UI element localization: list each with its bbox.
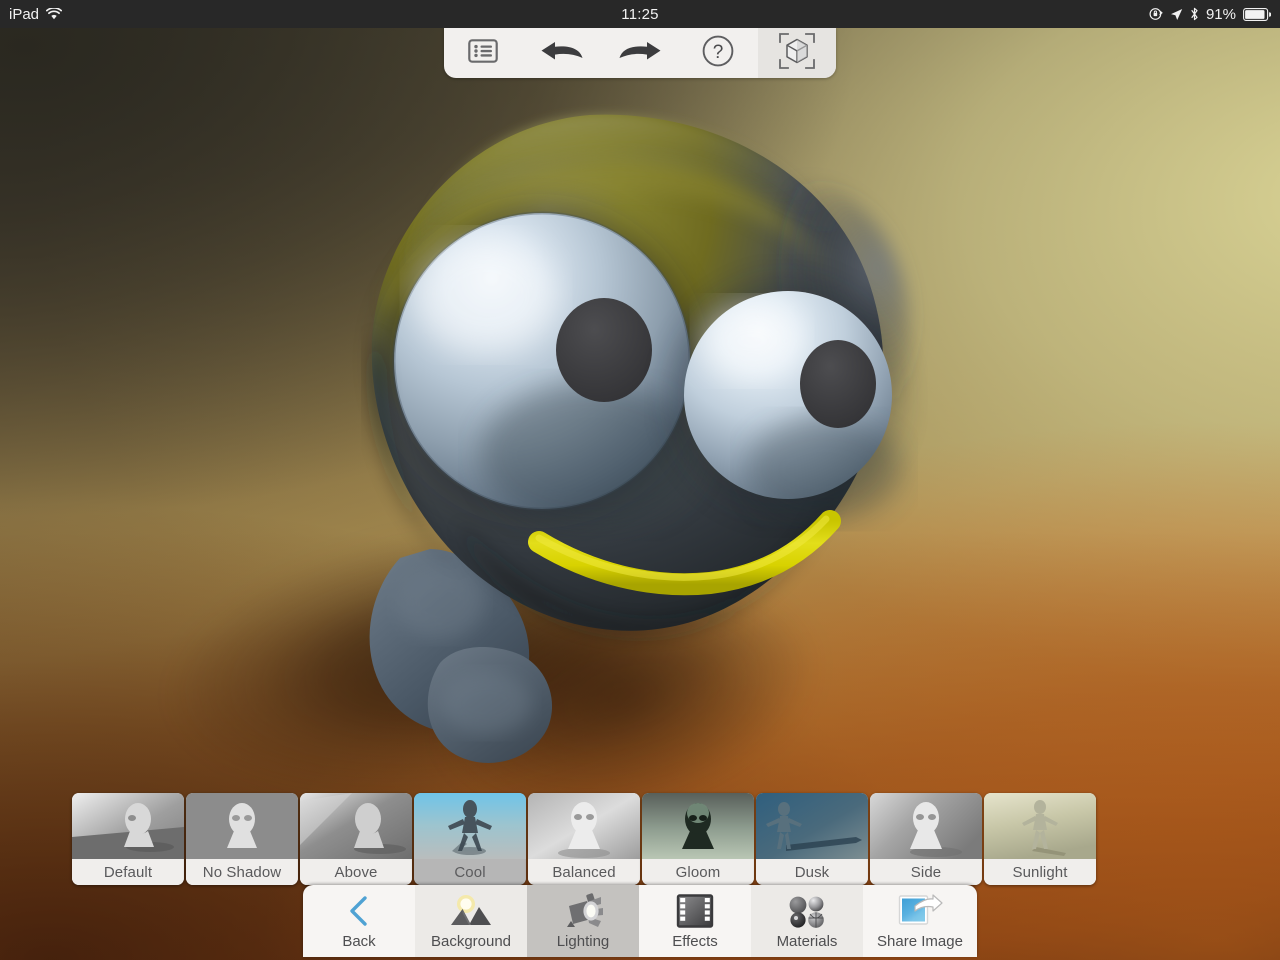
preset-sunlight[interactable]: Sunlight: [984, 793, 1096, 885]
preset-gloom[interactable]: Gloom: [642, 793, 754, 885]
preset-thumbnail-image: [414, 793, 526, 859]
film-strip-icon: [676, 891, 714, 931]
preset-thumbnail-image: [756, 793, 868, 859]
top-toolbar: ?: [444, 28, 836, 78]
preset-above[interactable]: Above: [300, 793, 412, 885]
preset-thumbnail-image: [300, 793, 412, 859]
preset-thumbnail-image: [72, 793, 184, 859]
preset-label: Balanced: [528, 859, 640, 885]
svg-text:?: ?: [713, 42, 724, 63]
redo-icon: [618, 37, 662, 70]
preset-label: Default: [72, 859, 184, 885]
rotation-lock-icon: [1149, 7, 1163, 21]
3d-character-model[interactable]: [290, 103, 930, 783]
preset-no-shadow[interactable]: No Shadow: [186, 793, 298, 885]
preset-dusk[interactable]: Dusk: [756, 793, 868, 885]
effects-label: Effects: [672, 931, 718, 953]
lighting-label: Lighting: [557, 931, 610, 953]
redo-button[interactable]: [601, 28, 679, 78]
effects-button[interactable]: Effects: [639, 885, 751, 957]
pupil-right: [800, 340, 876, 428]
preset-thumbnail-image: [528, 793, 640, 859]
preset-side[interactable]: Side: [870, 793, 982, 885]
preset-label: Cool: [414, 859, 526, 885]
bluetooth-icon: [1190, 7, 1199, 21]
background-button[interactable]: Background: [415, 885, 527, 957]
preset-cool[interactable]: Cool: [414, 793, 526, 885]
list-icon-button[interactable]: [444, 28, 522, 78]
preset-label: Side: [870, 859, 982, 885]
share-image-label: Share Image: [877, 931, 963, 953]
preset-thumbnail-image: [186, 793, 298, 859]
status-bar-clock: 11:25: [0, 6, 1280, 23]
preset-thumbnail-image: [870, 793, 982, 859]
battery-icon: [1243, 8, 1271, 21]
background-label: Background: [431, 931, 511, 953]
help-icon: ?: [702, 35, 734, 72]
status-bar-right: 91%: [1149, 6, 1271, 23]
mountain-sun-icon: [449, 891, 493, 931]
ios-status-bar: iPad 11:25: [0, 0, 1280, 28]
battery-percent-label: 91%: [1206, 6, 1236, 23]
help-button[interactable]: ?: [679, 28, 757, 78]
share-photo-icon: [897, 891, 943, 931]
lighting-button[interactable]: Lighting: [527, 885, 639, 957]
preset-thumbnail-image: [642, 793, 754, 859]
preset-default[interactable]: Default: [72, 793, 184, 885]
back-label: Back: [342, 931, 375, 953]
preset-label: Above: [300, 859, 412, 885]
chevron-left-icon: [346, 891, 372, 931]
location-arrow-icon: [1170, 8, 1183, 21]
preset-label: Dusk: [756, 859, 868, 885]
app-screen: iPad 11:25: [0, 0, 1280, 960]
undo-button[interactable]: [522, 28, 600, 78]
lighting-preset-strip[interactable]: Default No Shadow: [72, 793, 1096, 885]
preset-thumbnail-image: [984, 793, 1096, 859]
undo-icon: [540, 37, 584, 70]
preset-balanced[interactable]: Balanced: [528, 793, 640, 885]
materials-label: Materials: [777, 931, 838, 953]
stage-light-icon: [561, 891, 605, 931]
preset-label: No Shadow: [186, 859, 298, 885]
cube-glyph: [787, 39, 807, 62]
back-button[interactable]: Back: [303, 885, 415, 957]
preset-label: Sunlight: [984, 859, 1096, 885]
bottom-toolbar: Back Background: [303, 885, 977, 957]
list-icon: [468, 38, 498, 69]
spheres-icon: [785, 891, 829, 931]
frame-object-icon: [778, 32, 816, 75]
materials-button[interactable]: Materials: [751, 885, 863, 957]
frame-object-button[interactable]: [758, 28, 836, 78]
pupil-left: [556, 298, 652, 402]
preset-label: Gloom: [642, 859, 754, 885]
share-image-button[interactable]: Share Image: [863, 885, 977, 957]
